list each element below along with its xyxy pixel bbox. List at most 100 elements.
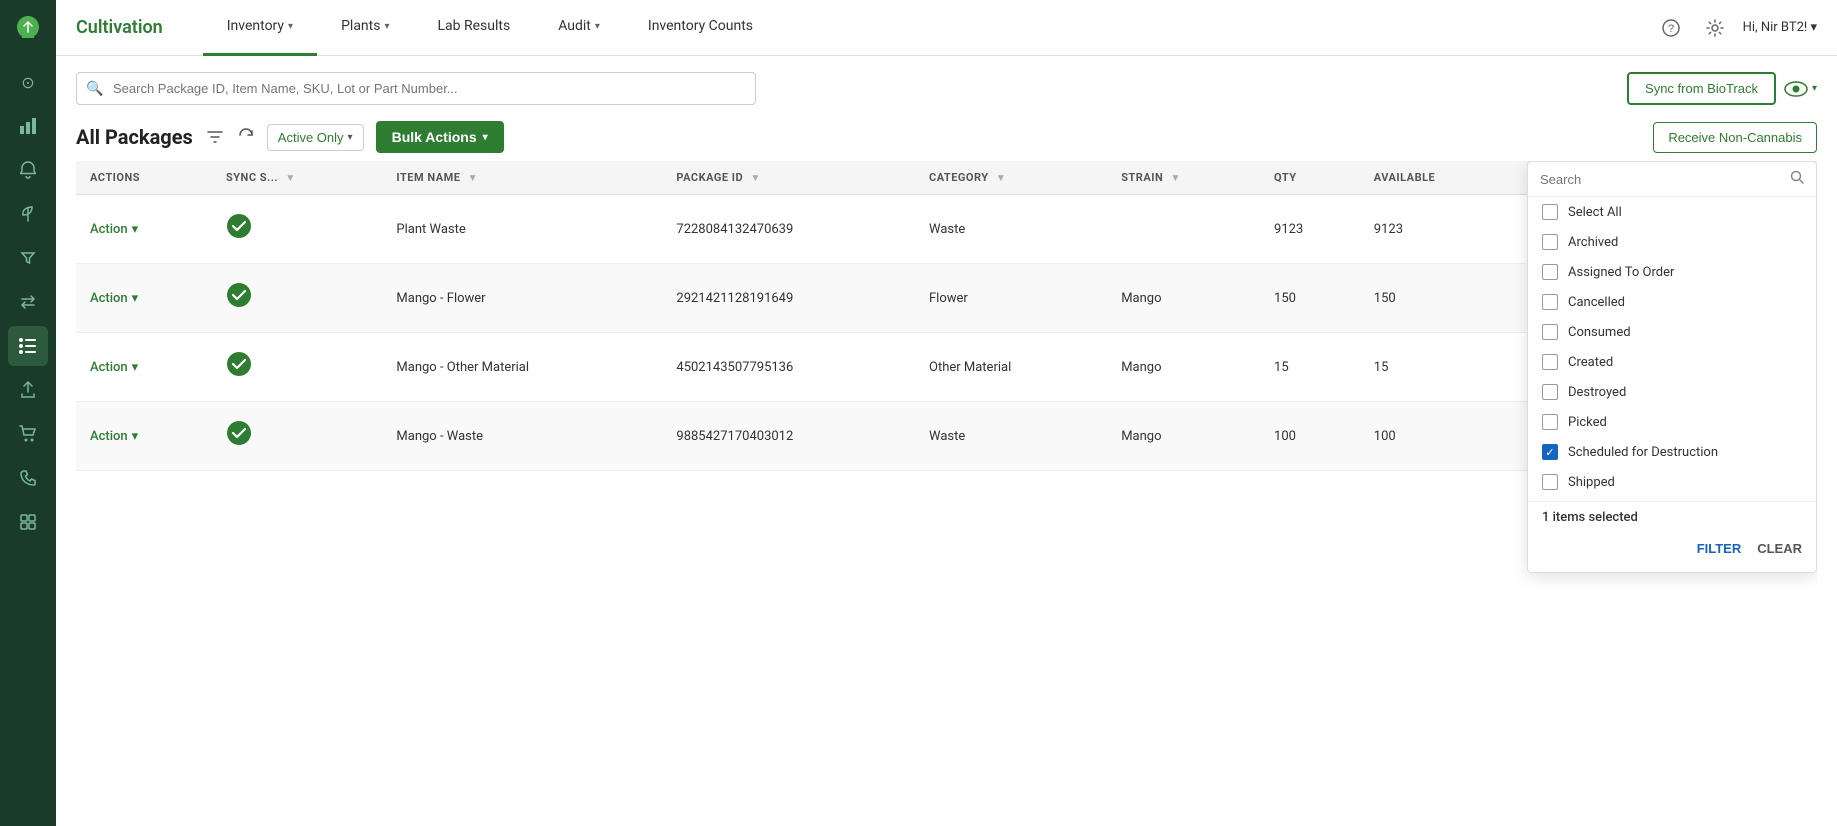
qty-cell: 15 [1260,333,1360,402]
action-cell: Action ▾ [76,402,212,471]
dropdown-item[interactable]: Shipped [1528,467,1816,497]
package-id-filter-icon[interactable]: ▼ [750,173,760,184]
action-button-1[interactable]: Action ▾ [90,291,198,306]
dropdown-checkbox-0[interactable] [1542,204,1558,220]
nav-audit-arrow: ▾ [595,21,600,32]
action-cell: Action ▾ [76,264,212,333]
dropdown-item[interactable]: Cancelled [1528,287,1816,317]
available-cell: 100 [1360,402,1516,471]
sync-cell [212,264,382,333]
active-only-arrow: ▾ [348,132,353,143]
transfer-icon[interactable] [8,282,48,322]
dropdown-item[interactable]: Assigned To Order [1528,257,1816,287]
package-id-cell: 2921421128191649 [662,264,915,333]
bulk-actions-button[interactable]: Bulk Actions ▾ [376,121,504,153]
action-button-2[interactable]: Action ▾ [90,360,198,375]
sync-check-icon [226,427,252,452]
category-cell: Waste [915,402,1107,471]
qty-cell: 150 [1260,264,1360,333]
table-container: ACTIONS SYNC S... ▼ ITEM NAME ▼ PACKAGE … [76,161,1817,810]
qty-cell: 9123 [1260,195,1360,264]
sidebar-logo [10,10,46,46]
available-cell: 9123 [1360,195,1516,264]
search-box: 🔍 [76,72,756,105]
dropdown-item-label-7: Picked [1568,415,1607,430]
dropdown-item[interactable]: Created [1528,347,1816,377]
dropdown-checkbox-9[interactable] [1542,474,1558,490]
search-input[interactable] [76,72,756,105]
sync-cell [212,333,382,402]
item-name-cell: Mango - Flower [382,264,662,333]
dropdown-item[interactable]: Select All [1528,197,1816,227]
category-cell: Other Material [915,333,1107,402]
dropdown-checkbox-7[interactable] [1542,414,1558,430]
page-title: All Packages [76,125,193,149]
chart-icon[interactable] [8,106,48,146]
dropdown-checkbox-3[interactable] [1542,294,1558,310]
clear-filter-button[interactable]: CLEAR [1757,541,1802,556]
settings-button[interactable] [1699,12,1731,44]
apply-filter-button[interactable]: FILTER [1697,541,1742,556]
col-package-id: PACKAGE ID ▼ [662,161,915,195]
nav-inventory-counts[interactable]: Inventory Counts [624,0,777,56]
sync-button[interactable]: Sync from BioTrack [1627,72,1776,105]
column-filter-button[interactable] [205,127,225,147]
item-name-filter-icon[interactable]: ▼ [468,173,478,184]
nav-lab-results[interactable]: Lab Results [414,0,535,56]
user-menu[interactable]: Hi, Nir BT2! ▾ [1743,20,1817,35]
sync-cell [212,195,382,264]
dashboard-icon[interactable]: ⊙ [8,62,48,102]
help-button[interactable]: ? [1655,12,1687,44]
dropdown-checkbox-5[interactable] [1542,354,1558,370]
grid-icon[interactable] [8,502,48,542]
item-name-cell: Mango - Waste [382,402,662,471]
action-cell: Action ▾ [76,195,212,264]
toolbar: All Packages Active Only ▾ Bulk Actions … [76,121,1817,153]
package-id-cell: 7228084132470639 [662,195,915,264]
dropdown-item[interactable]: Scheduled for Destruction [1528,437,1816,467]
cart-icon[interactable] [8,414,48,454]
bell-icon[interactable] [8,150,48,190]
dropdown-item-label-3: Cancelled [1568,295,1625,310]
dropdown-checkbox-2[interactable] [1542,264,1558,280]
dropdown-item[interactable]: Destroyed [1528,377,1816,407]
action-button-0[interactable]: Action ▾ [90,222,198,237]
main-content: Cultivation Inventory ▾ Plants ▾ Lab Res… [56,0,1837,826]
sync-filter-icon[interactable]: ▼ [285,173,295,184]
leaf-icon[interactable] [8,194,48,234]
dropdown-search-input[interactable] [1540,172,1782,187]
dropdown-item[interactable]: Archived [1528,227,1816,257]
dropdown-items: Select All Archived Assigned To Order Ca… [1528,197,1816,497]
strain-cell [1107,195,1260,264]
dropdown-item-label-2: Assigned To Order [1568,265,1674,280]
visibility-toggle[interactable]: ▾ [1784,81,1817,97]
nav-inventory[interactable]: Inventory ▾ [203,0,317,56]
dropdown-checkbox-6[interactable] [1542,384,1558,400]
dropdown-item[interactable]: Picked [1528,407,1816,437]
dropdown-item[interactable]: Consumed [1528,317,1816,347]
bulk-actions-arrow: ▾ [483,132,488,143]
action-button-3[interactable]: Action ▾ [90,429,198,444]
col-sync: SYNC S... ▼ [212,161,382,195]
phone-icon[interactable] [8,458,48,498]
package-id-cell: 4502143507795136 [662,333,915,402]
nav-inventory-arrow: ▾ [288,21,293,32]
refresh-button[interactable] [237,126,255,149]
brand-label: Cultivation [76,17,163,38]
list-icon[interactable] [8,326,48,366]
category-cell: Waste [915,195,1107,264]
category-filter-icon[interactable]: ▼ [996,173,1006,184]
funnel-icon[interactable] [8,238,48,278]
nav-audit[interactable]: Audit ▾ [534,0,624,56]
search-row: 🔍 Sync from BioTrack ▾ [76,72,1817,105]
nav-plants[interactable]: Plants ▾ [317,0,413,56]
export-icon[interactable] [8,370,48,410]
strain-filter-icon[interactable]: ▼ [1170,173,1180,184]
svg-text:?: ? [1668,23,1674,35]
receive-non-cannabis-button[interactable]: Receive Non-Cannabis [1653,122,1817,153]
dropdown-checkbox-4[interactable] [1542,324,1558,340]
active-only-button[interactable]: Active Only ▾ [267,124,364,151]
qty-cell: 100 [1260,402,1360,471]
dropdown-checkbox-1[interactable] [1542,234,1558,250]
dropdown-checkbox-8[interactable] [1542,444,1558,460]
